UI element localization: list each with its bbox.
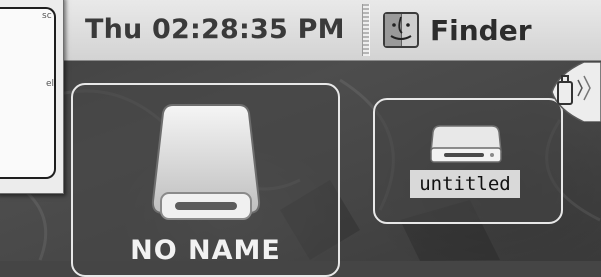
hard-drive-icon bbox=[430, 125, 502, 163]
removable-disk-icon bbox=[151, 104, 261, 220]
menubar-clock[interactable]: Thu 02:28:35 PM bbox=[85, 10, 345, 50]
volume-label: NO NAME bbox=[130, 235, 281, 266]
window-content: sc el bbox=[0, 7, 56, 179]
window-text-fragment: el bbox=[46, 79, 55, 89]
volume-label: untitled bbox=[410, 170, 520, 198]
window-text-fragment: sc bbox=[42, 11, 52, 21]
application-menu[interactable]: Finder bbox=[382, 8, 532, 52]
menu-bar: Thu 02:28:35 PM Finder bbox=[62, 0, 601, 61]
volume-icon-untitled[interactable]: untitled bbox=[373, 98, 563, 224]
finder-window[interactable]: sc el bbox=[0, 0, 64, 194]
menubar-divider bbox=[362, 4, 370, 56]
finder-icon bbox=[383, 12, 419, 48]
app-name: Finder bbox=[430, 13, 532, 47]
volume-icon-no-name[interactable]: NO NAME bbox=[71, 83, 340, 277]
desktop-corner-tab-icon[interactable] bbox=[548, 62, 601, 122]
